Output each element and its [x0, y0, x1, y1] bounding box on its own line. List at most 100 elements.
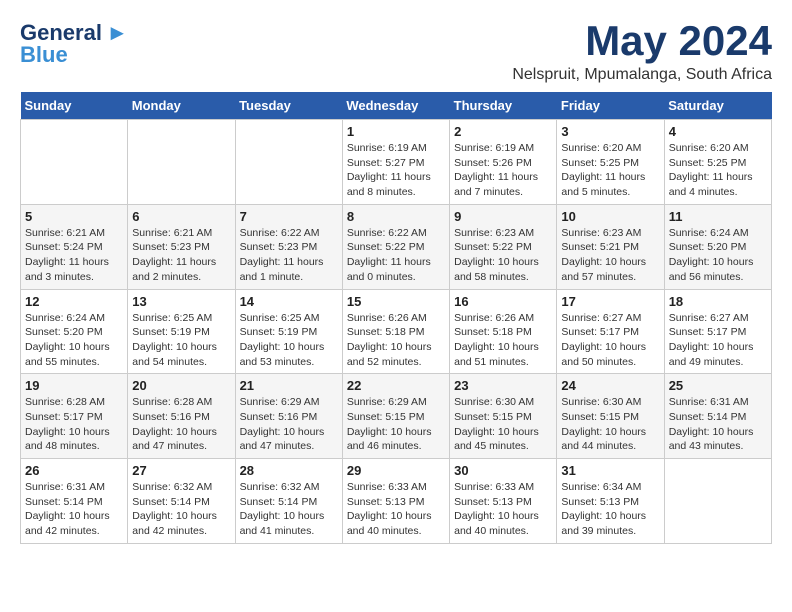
- calendar-cell: 30 Sunrise: 6:33 AM Sunset: 5:13 PM Dayli…: [450, 459, 557, 544]
- logo: General ► Blue: [20, 20, 128, 68]
- day-info: Sunrise: 6:20 AM Sunset: 5:25 PM Dayligh…: [669, 141, 767, 200]
- day-info: Sunrise: 6:25 AM Sunset: 5:19 PM Dayligh…: [132, 311, 230, 370]
- calendar-week-1: 1 Sunrise: 6:19 AM Sunset: 5:27 PM Daylig…: [21, 120, 772, 205]
- day-number: 10: [561, 209, 659, 224]
- calendar-week-3: 12 Sunrise: 6:24 AM Sunset: 5:20 PM Dayli…: [21, 289, 772, 374]
- day-number: 2: [454, 124, 552, 139]
- day-info: Sunrise: 6:32 AM Sunset: 5:14 PM Dayligh…: [132, 480, 230, 539]
- header-thursday: Thursday: [450, 92, 557, 120]
- day-number: 24: [561, 378, 659, 393]
- day-info: Sunrise: 6:23 AM Sunset: 5:22 PM Dayligh…: [454, 226, 552, 285]
- day-info: Sunrise: 6:26 AM Sunset: 5:18 PM Dayligh…: [347, 311, 445, 370]
- calendar-week-4: 19 Sunrise: 6:28 AM Sunset: 5:17 PM Dayli…: [21, 374, 772, 459]
- day-info: Sunrise: 6:23 AM Sunset: 5:21 PM Dayligh…: [561, 226, 659, 285]
- day-number: 6: [132, 209, 230, 224]
- day-info: Sunrise: 6:33 AM Sunset: 5:13 PM Dayligh…: [347, 480, 445, 539]
- location-subtitle: Nelspruit, Mpumalanga, South Africa: [512, 66, 772, 84]
- day-info: Sunrise: 6:32 AM Sunset: 5:14 PM Dayligh…: [240, 480, 338, 539]
- day-info: Sunrise: 6:27 AM Sunset: 5:17 PM Dayligh…: [561, 311, 659, 370]
- day-info: Sunrise: 6:19 AM Sunset: 5:27 PM Dayligh…: [347, 141, 445, 200]
- calendar-cell: [664, 459, 771, 544]
- calendar-cell: 5Sunrise: 6:21 AM Sunset: 5:24 PM Daylig…: [21, 204, 128, 289]
- day-info: Sunrise: 6:33 AM Sunset: 5:13 PM Dayligh…: [454, 480, 552, 539]
- day-number: 27: [132, 463, 230, 478]
- calendar-cell: 28Sunrise: 6:32 AM Sunset: 5:14 PM Dayli…: [235, 459, 342, 544]
- day-info: Sunrise: 6:28 AM Sunset: 5:17 PM Dayligh…: [25, 395, 123, 454]
- calendar-cell: 18Sunrise: 6:27 AM Sunset: 5:17 PM Dayli…: [664, 289, 771, 374]
- day-info: Sunrise: 6:19 AM Sunset: 5:26 PM Dayligh…: [454, 141, 552, 200]
- header-saturday: Saturday: [664, 92, 771, 120]
- day-number: 13: [132, 294, 230, 309]
- calendar-cell: [128, 120, 235, 205]
- day-info: Sunrise: 6:34 AM Sunset: 5:13 PM Dayligh…: [561, 480, 659, 539]
- day-number: 15: [347, 294, 445, 309]
- calendar-cell: [21, 120, 128, 205]
- calendar-cell: 31Sunrise: 6:34 AM Sunset: 5:13 PM Dayli…: [557, 459, 664, 544]
- header-wednesday: Wednesday: [342, 92, 449, 120]
- calendar-body: 1 Sunrise: 6:19 AM Sunset: 5:27 PM Daylig…: [21, 120, 772, 544]
- calendar-cell: 8Sunrise: 6:22 AM Sunset: 5:22 PM Daylig…: [342, 204, 449, 289]
- day-number: 18: [669, 294, 767, 309]
- calendar-header: Sunday Monday Tuesday Wednesday Thursday…: [21, 92, 772, 120]
- day-number: 19: [25, 378, 123, 393]
- calendar-week-2: 5Sunrise: 6:21 AM Sunset: 5:24 PM Daylig…: [21, 204, 772, 289]
- calendar-cell: 11Sunrise: 6:24 AM Sunset: 5:20 PM Dayli…: [664, 204, 771, 289]
- calendar-cell: [235, 120, 342, 205]
- day-number: 23: [454, 378, 552, 393]
- day-number: 16: [454, 294, 552, 309]
- day-info: Sunrise: 6:25 AM Sunset: 5:19 PM Dayligh…: [240, 311, 338, 370]
- calendar-cell: 19 Sunrise: 6:28 AM Sunset: 5:17 PM Dayli…: [21, 374, 128, 459]
- logo-arrow-icon: ►: [106, 20, 128, 45]
- logo-general: General: [20, 20, 102, 45]
- day-info: Sunrise: 6:29 AM Sunset: 5:16 PM Dayligh…: [240, 395, 338, 454]
- page-container: General ► Blue May 2024 Nelspruit, Mpuma…: [0, 0, 792, 554]
- calendar-cell: 14 Sunrise: 6:25 AM Sunset: 5:19 PM Dayli…: [235, 289, 342, 374]
- calendar-cell: 12 Sunrise: 6:24 AM Sunset: 5:20 PM Dayli…: [21, 289, 128, 374]
- weekday-header-row: Sunday Monday Tuesday Wednesday Thursday…: [21, 92, 772, 120]
- header-monday: Monday: [128, 92, 235, 120]
- calendar-cell: 1 Sunrise: 6:19 AM Sunset: 5:27 PM Daylig…: [342, 120, 449, 205]
- calendar-cell: 22 Sunrise: 6:29 AM Sunset: 5:15 PM Dayli…: [342, 374, 449, 459]
- day-number: 17: [561, 294, 659, 309]
- calendar-cell: 6Sunrise: 6:21 AM Sunset: 5:23 PM Daylig…: [128, 204, 235, 289]
- calendar-cell: 25Sunrise: 6:31 AM Sunset: 5:14 PM Dayli…: [664, 374, 771, 459]
- day-number: 4: [669, 124, 767, 139]
- calendar-cell: 10 Sunrise: 6:23 AM Sunset: 5:21 PM Dayli…: [557, 204, 664, 289]
- calendar-cell: 13 Sunrise: 6:25 AM Sunset: 5:19 PM Dayli…: [128, 289, 235, 374]
- calendar-cell: 24 Sunrise: 6:30 AM Sunset: 5:15 PM Dayli…: [557, 374, 664, 459]
- day-number: 20: [132, 378, 230, 393]
- day-info: Sunrise: 6:26 AM Sunset: 5:18 PM Dayligh…: [454, 311, 552, 370]
- day-info: Sunrise: 6:22 AM Sunset: 5:23 PM Dayligh…: [240, 226, 338, 285]
- day-number: 11: [669, 209, 767, 224]
- calendar-cell: 15 Sunrise: 6:26 AM Sunset: 5:18 PM Dayli…: [342, 289, 449, 374]
- day-info: Sunrise: 6:30 AM Sunset: 5:15 PM Dayligh…: [454, 395, 552, 454]
- calendar-cell: 16 Sunrise: 6:26 AM Sunset: 5:18 PM Dayli…: [450, 289, 557, 374]
- day-number: 9: [454, 209, 552, 224]
- day-number: 22: [347, 378, 445, 393]
- calendar-week-5: 26 Sunrise: 6:31 AM Sunset: 5:14 PM Dayli…: [21, 459, 772, 544]
- day-info: Sunrise: 6:29 AM Sunset: 5:15 PM Dayligh…: [347, 395, 445, 454]
- calendar-cell: 17 Sunrise: 6:27 AM Sunset: 5:17 PM Dayli…: [557, 289, 664, 374]
- day-info: Sunrise: 6:20 AM Sunset: 5:25 PM Dayligh…: [561, 141, 659, 200]
- calendar-cell: 26 Sunrise: 6:31 AM Sunset: 5:14 PM Dayli…: [21, 459, 128, 544]
- day-info: Sunrise: 6:31 AM Sunset: 5:14 PM Dayligh…: [669, 395, 767, 454]
- day-info: Sunrise: 6:30 AM Sunset: 5:15 PM Dayligh…: [561, 395, 659, 454]
- calendar-cell: 9 Sunrise: 6:23 AM Sunset: 5:22 PM Daylig…: [450, 204, 557, 289]
- page-header: General ► Blue May 2024 Nelspruit, Mpuma…: [20, 20, 772, 84]
- day-info: Sunrise: 6:31 AM Sunset: 5:14 PM Dayligh…: [25, 480, 123, 539]
- day-number: 1: [347, 124, 445, 139]
- calendar-cell: 23 Sunrise: 6:30 AM Sunset: 5:15 PM Dayli…: [450, 374, 557, 459]
- calendar-cell: 4 Sunrise: 6:20 AM Sunset: 5:25 PM Daylig…: [664, 120, 771, 205]
- day-info: Sunrise: 6:22 AM Sunset: 5:22 PM Dayligh…: [347, 226, 445, 285]
- day-number: 26: [25, 463, 123, 478]
- day-number: 30: [454, 463, 552, 478]
- header-friday: Friday: [557, 92, 664, 120]
- calendar-cell: 27 Sunrise: 6:32 AM Sunset: 5:14 PM Dayli…: [128, 459, 235, 544]
- header-tuesday: Tuesday: [235, 92, 342, 120]
- day-info: Sunrise: 6:24 AM Sunset: 5:20 PM Dayligh…: [25, 311, 123, 370]
- day-number: 29: [347, 463, 445, 478]
- day-number: 14: [240, 294, 338, 309]
- day-number: 21: [240, 378, 338, 393]
- day-info: Sunrise: 6:28 AM Sunset: 5:16 PM Dayligh…: [132, 395, 230, 454]
- day-number: 12: [25, 294, 123, 309]
